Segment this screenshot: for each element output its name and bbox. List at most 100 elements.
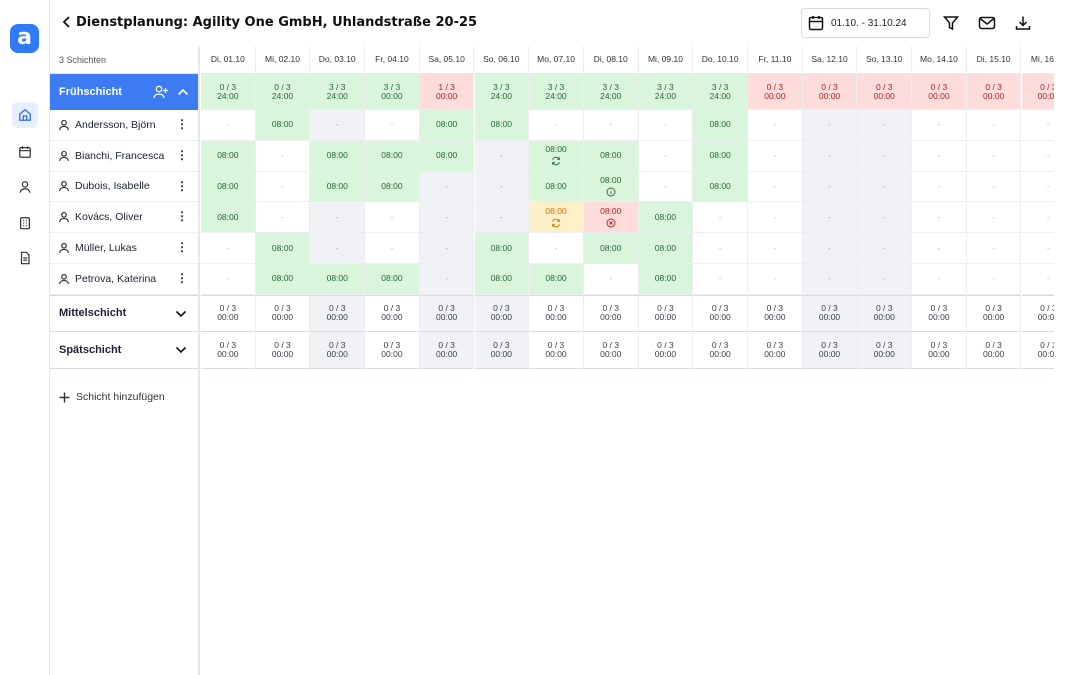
shift-summary-cell[interactable]: 0 / 3 24:00 [255, 74, 310, 110]
shift-cell[interactable]: - [912, 172, 966, 203]
shift-cell[interactable]: - [1021, 264, 1054, 295]
shift-cell[interactable]: 08:00 [474, 264, 529, 295]
collapsed-shift-cell[interactable]: 0 / 300:00 [912, 332, 966, 369]
shift-cell[interactable]: - [857, 140, 912, 172]
shift-cell[interactable]: - [1021, 141, 1054, 172]
sidebar-item-documents[interactable] [12, 245, 38, 271]
collapsed-shift-cell[interactable]: 0 / 300:00 [474, 331, 529, 369]
shift-cell[interactable]: - [966, 110, 1021, 141]
employee-row[interactable]: Petrova, Katerina ⋮ [50, 264, 198, 295]
collapsed-shift-cell[interactable]: 0 / 300:00 [201, 332, 255, 369]
collapsed-shift-cell[interactable]: 0 / 300:00 [474, 294, 529, 332]
shift-cell[interactable]: - [802, 140, 857, 172]
collapsed-shift-cell[interactable]: 0 / 300:00 [529, 332, 583, 369]
sidebar-item-users[interactable] [12, 174, 38, 200]
more-options-icon[interactable]: ⋮ [176, 149, 188, 161]
shift-cell[interactable]: - [474, 140, 529, 172]
shift-cell[interactable]: - [310, 202, 365, 234]
shift-cell[interactable]: - [748, 202, 802, 234]
shift-cell[interactable]: - [912, 233, 966, 264]
shift-cell[interactable]: - [1021, 202, 1054, 234]
shift-cell[interactable]: - [748, 172, 802, 203]
shift-summary-cell[interactable]: 0 / 300:00 [966, 74, 1021, 110]
shift-cell[interactable]: - [912, 202, 966, 234]
collapsed-shift-cell[interactable]: 0 / 300:00 [529, 294, 583, 332]
shift-cell[interactable]: 08:00 [201, 202, 255, 234]
shift-cell[interactable]: - [419, 202, 474, 234]
download-button[interactable] [1012, 12, 1034, 34]
shift-cell[interactable]: - [583, 264, 638, 295]
shift-cell[interactable]: 08:00 [638, 233, 693, 264]
chevron-up-icon[interactable] [177, 85, 189, 99]
shift-cell[interactable]: - [748, 110, 802, 141]
shift-cell[interactable]: - [802, 202, 857, 234]
shift-summary-cell[interactable]: 3 / 3 24:00 [583, 74, 638, 110]
shift-cell[interactable]: 08:00 [201, 171, 255, 203]
shift-cell[interactable]: - [1021, 233, 1054, 264]
shift-summary-cell[interactable]: 0 / 300:00 [748, 74, 802, 110]
shift-cell[interactable]: - [310, 110, 365, 141]
shift-cell[interactable]: - [966, 141, 1021, 172]
shift-cell[interactable]: - [529, 110, 583, 141]
shift-cell[interactable]: - [693, 202, 747, 234]
collapsed-shift-cell[interactable]: 0 / 300:00 [419, 331, 474, 369]
collapsed-shift-cell[interactable]: 0 / 300:00 [912, 294, 966, 332]
collapsed-shift-cell[interactable]: 0 / 300:00 [583, 332, 638, 369]
shift-cell[interactable]: - [802, 171, 857, 203]
shift-cell[interactable]: - [201, 233, 255, 264]
collapsed-shift-cell[interactable]: 0 / 300:00 [365, 294, 419, 332]
add-user-icon[interactable] [153, 85, 169, 99]
back-button[interactable] [58, 13, 74, 31]
shift-cell[interactable]: 08:00 [693, 140, 747, 172]
shift-cell[interactable]: 08:00 [693, 110, 747, 141]
shift-cell[interactable]: - [966, 233, 1021, 264]
shift-summary-cell[interactable]: 3 / 3 24:00 [529, 74, 583, 110]
shift-cell[interactable]: 08:00 [419, 140, 474, 172]
shift-summary-cell[interactable]: 1 / 3 00:00 [419, 74, 474, 110]
collapsed-shift-cell[interactable]: 0 / 300:00 [966, 294, 1021, 332]
collapsed-shift-cell[interactable]: 0 / 300:00 [638, 332, 693, 369]
collapsed-shift-cell[interactable]: 0 / 300:00 [1021, 332, 1054, 369]
shift-cell[interactable]: 08:00 [529, 140, 583, 172]
shift-cell[interactable]: - [966, 172, 1021, 203]
sidebar-item-home[interactable] [12, 102, 38, 128]
shift-cell[interactable]: 08:00 [583, 233, 638, 264]
shift-cell[interactable]: - [857, 233, 912, 264]
shift-cell[interactable]: - [966, 264, 1021, 295]
shift-summary-cell[interactable]: 3 / 3 24:00 [693, 74, 747, 110]
collapsed-shift-cell[interactable]: 0 / 300:00 [310, 294, 365, 332]
shift-cell[interactable]: 08:00 [638, 202, 693, 234]
app-logo[interactable]: a [10, 24, 39, 53]
collapsed-shift-cell[interactable]: 0 / 300:00 [857, 331, 912, 369]
shift-cell[interactable]: - [748, 141, 802, 172]
collapsed-shift-cell[interactable]: 0 / 300:00 [748, 294, 802, 332]
shift-cell[interactable]: - [638, 141, 693, 172]
shift-summary-cell[interactable]: 3 / 3 24:00 [638, 74, 693, 110]
sidebar-item-buildings[interactable] [12, 210, 38, 236]
shift-cell[interactable]: 08:00 [529, 202, 583, 234]
shift-cell[interactable]: - [1021, 172, 1054, 203]
message-button[interactable] [976, 12, 998, 34]
shift-cell[interactable]: - [201, 110, 255, 141]
shift-summary-cell[interactable]: 0 / 300:00 [802, 74, 857, 110]
more-options-icon[interactable]: ⋮ [176, 210, 188, 222]
shift-header-spaetschicht[interactable]: Spätschicht [50, 332, 198, 369]
more-options-icon[interactable]: ⋮ [176, 180, 188, 192]
shift-cell[interactable]: - [365, 110, 419, 141]
shift-cell[interactable]: - [857, 171, 912, 203]
shift-cell[interactable]: - [529, 233, 583, 264]
shift-cell[interactable]: - [365, 202, 419, 234]
shift-cell[interactable]: - [474, 171, 529, 203]
filter-button[interactable] [940, 12, 962, 34]
shift-cell[interactable]: 08:00 [474, 110, 529, 141]
employee-row[interactable]: Bianchi, Francesca ⋮ [50, 141, 198, 172]
shift-cell[interactable]: 08:00 [255, 233, 310, 264]
shift-cell[interactable]: - [693, 233, 747, 264]
shift-cell[interactable]: 08:00 [529, 171, 583, 203]
chevron-down-icon[interactable] [175, 309, 187, 319]
collapsed-shift-cell[interactable]: 0 / 300:00 [802, 294, 857, 332]
shift-cell[interactable]: - [966, 202, 1021, 234]
shift-cell[interactable]: - [748, 264, 802, 295]
more-options-icon[interactable]: ⋮ [176, 272, 188, 284]
shift-cell[interactable]: - [638, 172, 693, 203]
